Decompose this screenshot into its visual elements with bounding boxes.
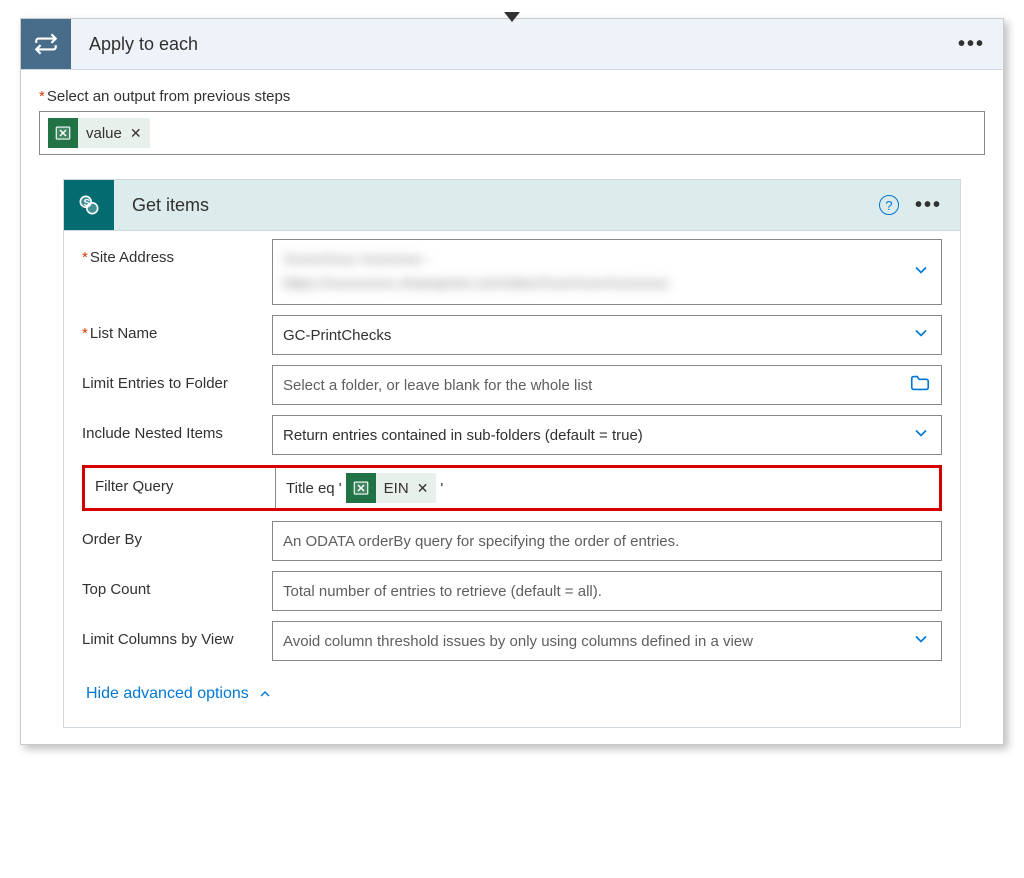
order-by-placeholder: An ODATA orderBy query for specifying th… bbox=[283, 533, 679, 550]
folder-icon[interactable] bbox=[909, 372, 931, 398]
hide-advanced-label: Hide advanced options bbox=[86, 685, 249, 703]
site-address-value: XxxxxXxxx Xxxxxxxx - https://xxxxxxxxx.s… bbox=[283, 248, 669, 296]
chevron-down-icon[interactable] bbox=[911, 629, 931, 653]
order-by-row: Order By An ODATA orderBy query for spec… bbox=[82, 521, 942, 561]
filter-query-label: Filter Query bbox=[85, 468, 275, 508]
filter-query-suffix: ' bbox=[440, 480, 443, 497]
limit-columns-label: Limit Columns by View bbox=[82, 621, 272, 661]
chevron-down-icon[interactable] bbox=[911, 423, 931, 447]
apply-to-each-header[interactable]: Apply to each ••• bbox=[21, 19, 1003, 70]
limit-columns-row: Limit Columns by View Avoid column thres… bbox=[82, 621, 942, 661]
limit-folder-label: Limit Entries to Folder bbox=[82, 365, 272, 405]
loop-icon bbox=[21, 19, 71, 69]
chevron-down-icon[interactable] bbox=[911, 323, 931, 347]
top-count-placeholder: Total number of entries to retrieve (def… bbox=[283, 583, 602, 600]
apply-to-each-title: Apply to each bbox=[71, 34, 958, 55]
limit-columns-placeholder: Avoid column threshold issues by only us… bbox=[283, 633, 753, 650]
list-name-row: List Name GC-PrintChecks bbox=[82, 315, 942, 355]
top-count-input[interactable]: Total number of entries to retrieve (def… bbox=[272, 571, 942, 611]
site-address-input[interactable]: XxxxxXxxx Xxxxxxxx - https://xxxxxxxxx.s… bbox=[272, 239, 942, 305]
get-items-title: Get items bbox=[114, 195, 879, 216]
filter-query-row: Filter Query Title eq ' EIN ✕ ' bbox=[82, 465, 942, 511]
ein-token[interactable]: EIN ✕ bbox=[346, 473, 437, 503]
include-nested-value: Return entries contained in sub-folders … bbox=[283, 427, 643, 444]
select-output-label: Select an output from previous steps bbox=[39, 88, 985, 105]
include-nested-row: Include Nested Items Return entries cont… bbox=[82, 415, 942, 455]
remove-token-icon[interactable]: ✕ bbox=[417, 480, 429, 497]
value-token[interactable]: value ✕ bbox=[48, 118, 150, 148]
excel-icon bbox=[346, 473, 376, 503]
limit-folder-placeholder: Select a folder, or leave blank for the … bbox=[283, 377, 592, 394]
list-name-label: List Name bbox=[82, 315, 272, 355]
filter-query-prefix: Title eq ' bbox=[286, 480, 342, 497]
list-name-input[interactable]: GC-PrintChecks bbox=[272, 315, 942, 355]
top-count-label: Top Count bbox=[82, 571, 272, 611]
excel-icon bbox=[48, 118, 78, 148]
limit-folder-row: Limit Entries to Folder Select a folder,… bbox=[82, 365, 942, 405]
more-icon[interactable]: ••• bbox=[915, 194, 942, 217]
get-items-header[interactable]: S Get items ? ••• bbox=[64, 180, 960, 231]
svg-text:S: S bbox=[84, 198, 91, 209]
filter-query-input[interactable]: Title eq ' EIN ✕ ' bbox=[275, 468, 939, 508]
include-nested-input[interactable]: Return entries contained in sub-folders … bbox=[272, 415, 942, 455]
apply-to-each-body: Select an output from previous steps val… bbox=[21, 70, 1003, 744]
get-items-form: Site Address XxxxxXxxx Xxxxxxxx - https:… bbox=[64, 231, 960, 727]
include-nested-label: Include Nested Items bbox=[82, 415, 272, 455]
hide-advanced-link[interactable]: Hide advanced options bbox=[82, 671, 942, 723]
remove-token-icon[interactable]: ✕ bbox=[130, 125, 142, 142]
select-output-input[interactable]: value ✕ bbox=[39, 111, 985, 155]
top-count-row: Top Count Total number of entries to ret… bbox=[82, 571, 942, 611]
site-address-label: Site Address bbox=[82, 239, 272, 305]
order-by-label: Order By bbox=[82, 521, 272, 561]
sharepoint-icon: S bbox=[64, 180, 114, 230]
get-items-card: S Get items ? ••• Site Address XxxxxXxxx… bbox=[63, 179, 961, 728]
site-address-row: Site Address XxxxxXxxx Xxxxxxxx - https:… bbox=[82, 239, 942, 305]
limit-folder-input[interactable]: Select a folder, or leave blank for the … bbox=[272, 365, 942, 405]
help-icon[interactable]: ? bbox=[879, 195, 899, 215]
list-name-value: GC-PrintChecks bbox=[283, 327, 391, 344]
more-icon[interactable]: ••• bbox=[958, 33, 985, 56]
token-label: value bbox=[86, 125, 122, 142]
chevron-up-icon bbox=[257, 686, 273, 702]
order-by-input[interactable]: An ODATA orderBy query for specifying th… bbox=[272, 521, 942, 561]
chevron-down-icon[interactable] bbox=[911, 260, 931, 284]
token-label: EIN bbox=[384, 480, 409, 497]
limit-columns-input[interactable]: Avoid column threshold issues by only us… bbox=[272, 621, 942, 661]
apply-to-each-card: Apply to each ••• Select an output from … bbox=[20, 18, 1004, 745]
